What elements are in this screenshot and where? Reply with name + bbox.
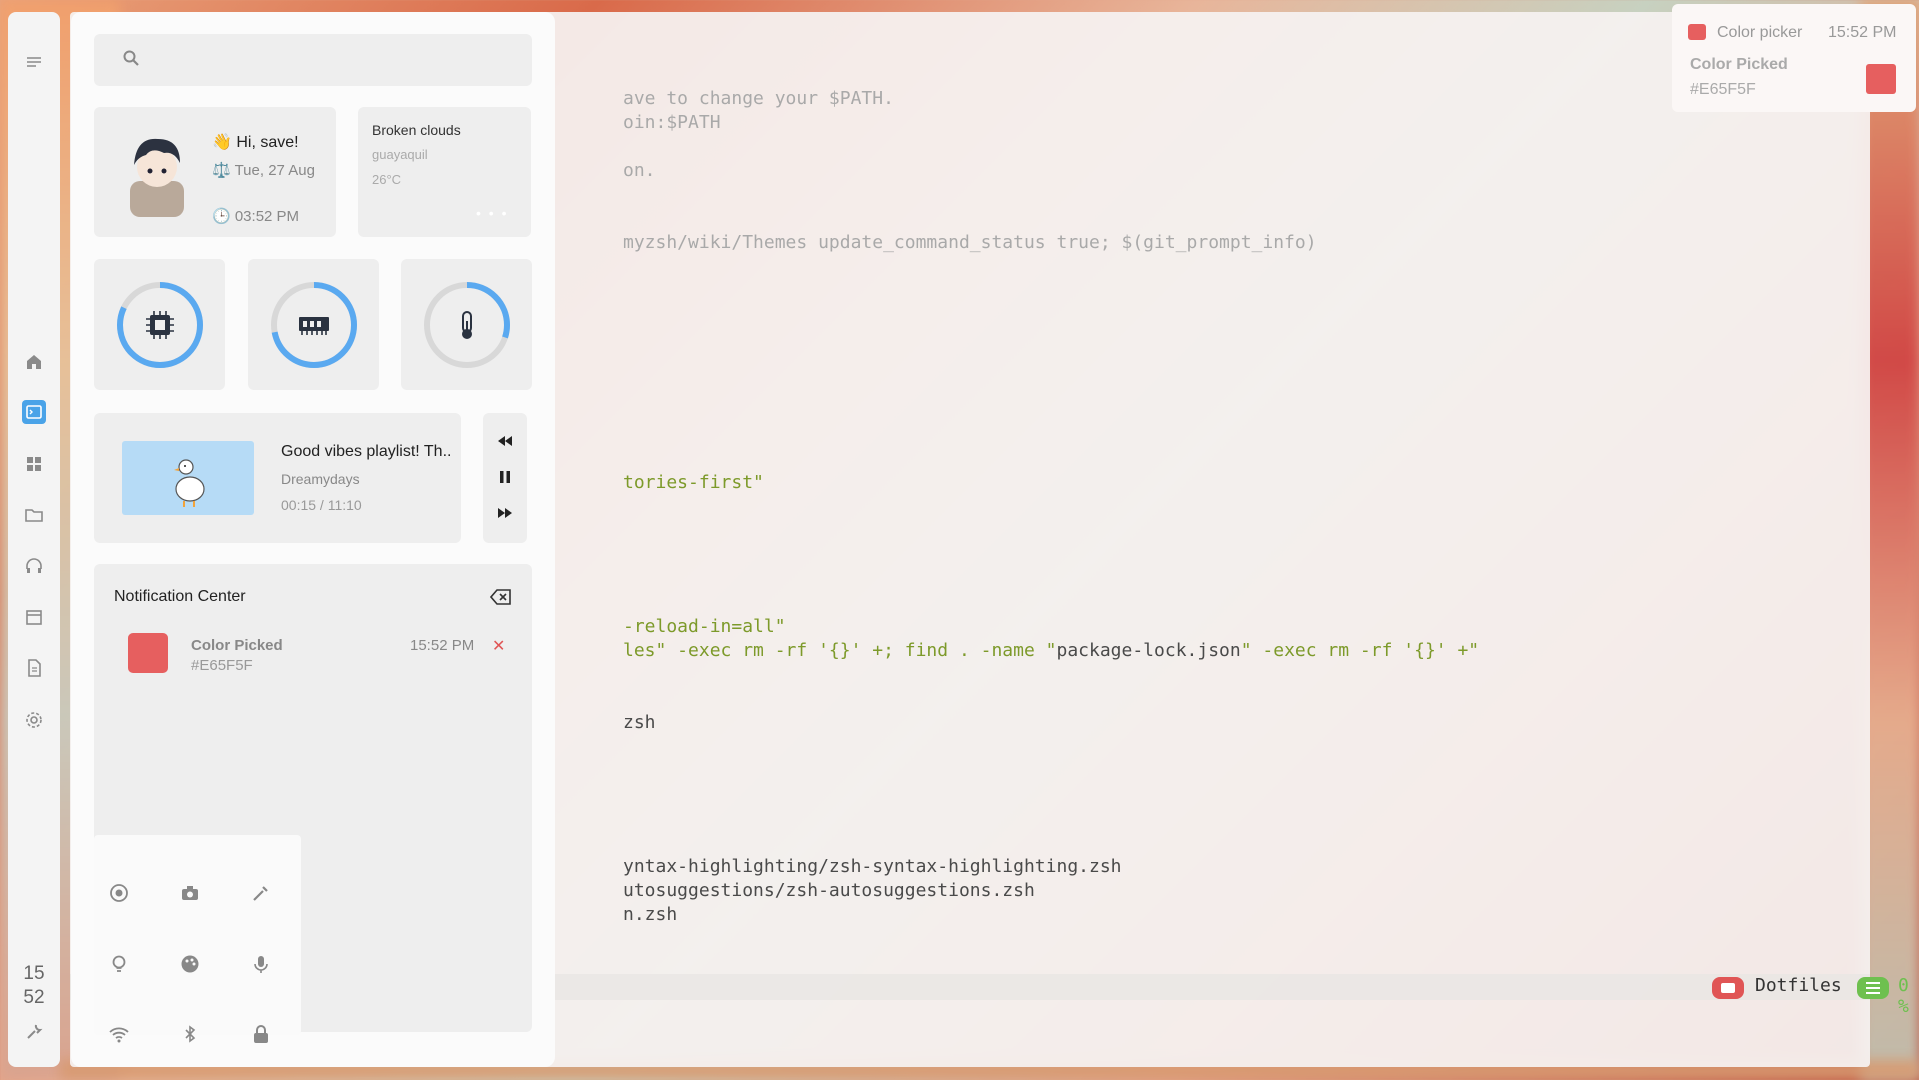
toast-time: 15:52 PM — [1828, 24, 1897, 41]
code-line: zsh — [623, 712, 656, 733]
palette-icon[interactable] — [179, 953, 201, 975]
code-line: on. — [623, 160, 656, 181]
quick-settings — [94, 835, 301, 1043]
weather-city: guayaquil — [372, 147, 428, 162]
ram-icon — [299, 317, 329, 335]
clock-hour: 15 — [23, 963, 45, 984]
ram-ring — [271, 282, 357, 368]
song-progress: 00:15 / 11:10 — [281, 497, 362, 513]
screen-record-icon[interactable] — [108, 882, 130, 904]
lines-icon — [1857, 977, 1889, 999]
song-title: Good vibes playlist! Th.. — [281, 443, 452, 460]
code-line: utosuggestions/zsh-autosuggestions.zsh — [623, 880, 1035, 901]
lightbulb-icon[interactable] — [108, 953, 130, 975]
next-icon[interactable] — [495, 503, 515, 523]
weather-condition: Broken clouds — [372, 122, 461, 138]
code-line: yntax-highlighting/zsh-syntax-highlighti… — [623, 856, 1122, 877]
cpu-icon — [146, 311, 174, 339]
apps-icon[interactable] — [24, 454, 44, 474]
control-panel: 👋 Hi, save! ⚖️ Tue, 27 Aug 🕒 03:52 PM Br… — [71, 12, 555, 1067]
notification-body: #E65F5F — [191, 657, 253, 674]
temperature-gauge — [401, 259, 532, 390]
search-input[interactable] — [94, 34, 532, 86]
color-picker-icon[interactable] — [250, 882, 272, 904]
notification-color-swatch — [128, 633, 168, 673]
greeting-card: 👋 Hi, save! ⚖️ Tue, 27 Aug 🕒 03:52 PM — [94, 107, 336, 237]
microphone-icon[interactable] — [250, 953, 272, 975]
album-cover — [122, 441, 254, 515]
code-line: ave to change your $PATH. — [623, 88, 894, 109]
menu-icon[interactable] — [24, 52, 44, 72]
duck-icon — [174, 459, 205, 507]
weather-temp: 26°C — [372, 172, 402, 187]
calendar-icon[interactable] — [24, 607, 44, 627]
toast-title: Color Picked — [1690, 56, 1788, 73]
headphones-icon[interactable] — [24, 556, 44, 576]
sidebar: 15 52 — [8, 12, 60, 1067]
code-line: tories-first" — [623, 472, 764, 493]
code-line: les" -exec rm -rf '{}' +; find . -name "… — [623, 640, 1480, 661]
pause-icon[interactable] — [495, 467, 515, 487]
thermometer-icon — [462, 311, 472, 339]
terminal-icon[interactable] — [22, 400, 46, 424]
more-icon[interactable]: • • • — [476, 205, 508, 221]
search-icon — [123, 50, 139, 66]
wrench-icon[interactable] — [24, 1022, 44, 1042]
status-percent: 0 % — [1898, 975, 1909, 1017]
notification-title: Color Picked — [191, 637, 283, 654]
code-line: myzsh/wiki/Themes update_command_status … — [623, 232, 1317, 253]
previous-icon[interactable] — [495, 431, 515, 451]
toast-body: #E65F5F — [1690, 81, 1756, 98]
notification-center-title: Notification Center — [114, 588, 246, 605]
avatar — [130, 138, 184, 217]
clear-all-icon[interactable] — [490, 588, 512, 606]
sidebar-clock: 15 52 — [18, 962, 50, 1010]
document-icon[interactable] — [24, 658, 44, 678]
lock-icon[interactable] — [250, 1023, 272, 1045]
toast-color-swatch — [1866, 64, 1896, 94]
clock-minute: 52 — [23, 987, 45, 1008]
date-text: ⚖️ Tue, 27 Aug — [212, 162, 315, 179]
camera-icon[interactable] — [179, 882, 201, 904]
time-text: 🕒 03:52 PM — [212, 208, 300, 225]
home-icon[interactable] — [24, 352, 44, 372]
code-line: oin:$PATH — [623, 112, 721, 133]
song-artist: Dreamydays — [281, 471, 360, 487]
folder-icon — [1712, 977, 1744, 999]
status-dir-name: Dotfiles — [1755, 975, 1842, 996]
cpu-ring — [117, 282, 203, 368]
code-line: -reload-in=all" — [623, 616, 786, 637]
greeting-text: 👋 Hi, save! — [212, 134, 299, 151]
folder-icon[interactable] — [24, 505, 44, 525]
bluetooth-icon[interactable] — [179, 1023, 201, 1045]
music-card: Good vibes playlist! Th.. Dreamydays 00:… — [94, 413, 461, 543]
music-controls — [483, 413, 527, 543]
cpu-gauge — [94, 259, 225, 390]
settings-icon[interactable] — [24, 710, 44, 730]
toast-notification[interactable]: Color picker 15:52 PM Color Picked #E65F… — [1672, 4, 1916, 112]
terminal-code: ave to change your $PATH. oin:$PATH on. … — [623, 12, 1479, 925]
temperature-ring — [424, 282, 510, 368]
notification-time: 15:52 PM — [410, 637, 475, 654]
code-line: n.zsh — [623, 904, 678, 925]
color-picker-app-icon — [1688, 24, 1706, 40]
wifi-icon[interactable] — [108, 1023, 130, 1045]
ram-gauge — [248, 259, 379, 390]
toast-app-name: Color picker — [1717, 24, 1803, 41]
weather-card: Broken clouds guayaquil 26°C • • • — [358, 107, 531, 237]
close-icon[interactable]: ✕ — [492, 636, 505, 656]
